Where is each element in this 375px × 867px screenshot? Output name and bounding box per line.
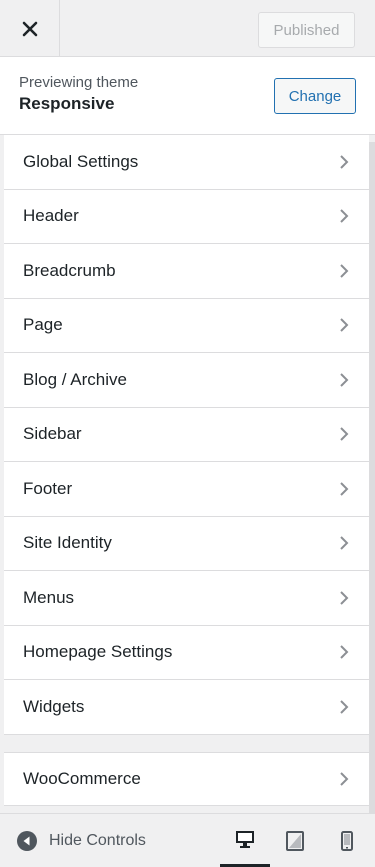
chevron-right-icon [340,482,349,496]
desktop-icon [236,831,254,848]
preview-tablet-button[interactable] [270,814,320,867]
section-homepage-settings[interactable]: Homepage Settings [4,625,369,680]
section-label: Widgets [23,696,85,716]
section-woocommerce[interactable]: WooCommerce [4,751,369,806]
section-label: Header [23,206,79,226]
section-breadcrumb[interactable]: Breadcrumb [4,244,369,299]
section-label: Page [23,315,63,335]
section-sidebar[interactable]: Sidebar [4,407,369,462]
section-label: Breadcrumb [23,260,116,280]
chevron-right-icon [340,536,349,550]
change-theme-button[interactable]: Change [274,78,356,114]
tablet-icon [286,831,304,851]
close-icon [22,21,37,36]
section-label: Menus [23,587,75,607]
chevron-right-icon [340,155,349,169]
section-blog-archive[interactable]: Blog / Archive [4,353,369,408]
chevron-right-icon [340,700,349,714]
section-site-identity[interactable]: Site Identity [4,516,369,571]
section-label: WooCommerce [23,768,141,788]
section-label: Sidebar [23,424,82,444]
section-footer[interactable]: Footer [4,462,369,517]
section-header[interactable]: Header [4,189,369,244]
chevron-right-icon [340,318,349,332]
section-label: Footer [23,478,73,498]
customizer-header: Published [0,0,375,57]
section-label: Blog / Archive [23,369,127,389]
section-page[interactable]: Page [4,298,369,353]
mobile-icon [341,831,353,851]
chevron-right-icon [340,373,349,387]
section-label: Homepage Settings [23,642,173,662]
publish-button[interactable]: Published [258,12,355,48]
collapse-arrow-icon [17,831,37,851]
close-button[interactable] [0,0,60,57]
section-label: Global Settings [23,151,139,171]
section-widgets[interactable]: Widgets [4,680,369,735]
section-list: Global Settings Header Breadcrumb Page B… [4,135,369,806]
customizer-footer: Hide Controls [0,813,375,867]
preview-mobile-button[interactable] [322,814,372,867]
chevron-right-icon [340,591,349,605]
chevron-right-icon [340,264,349,278]
hide-controls-label: Hide Controls [49,832,146,849]
chevron-right-icon [340,209,349,223]
chevron-right-icon [340,772,349,786]
section-menus[interactable]: Menus [4,571,369,626]
chevron-right-icon [340,645,349,659]
preview-desktop-button[interactable] [220,814,270,867]
chevron-right-icon [340,427,349,441]
scrollbar[interactable] [369,142,375,813]
hide-controls-button[interactable]: Hide Controls [17,814,146,867]
customizer-panel: Previewing theme Responsive Change Globa… [0,57,375,813]
theme-info: Previewing theme Responsive Change [0,57,375,135]
section-label: Site Identity [23,533,112,553]
section-global-settings[interactable]: Global Settings [4,135,369,190]
